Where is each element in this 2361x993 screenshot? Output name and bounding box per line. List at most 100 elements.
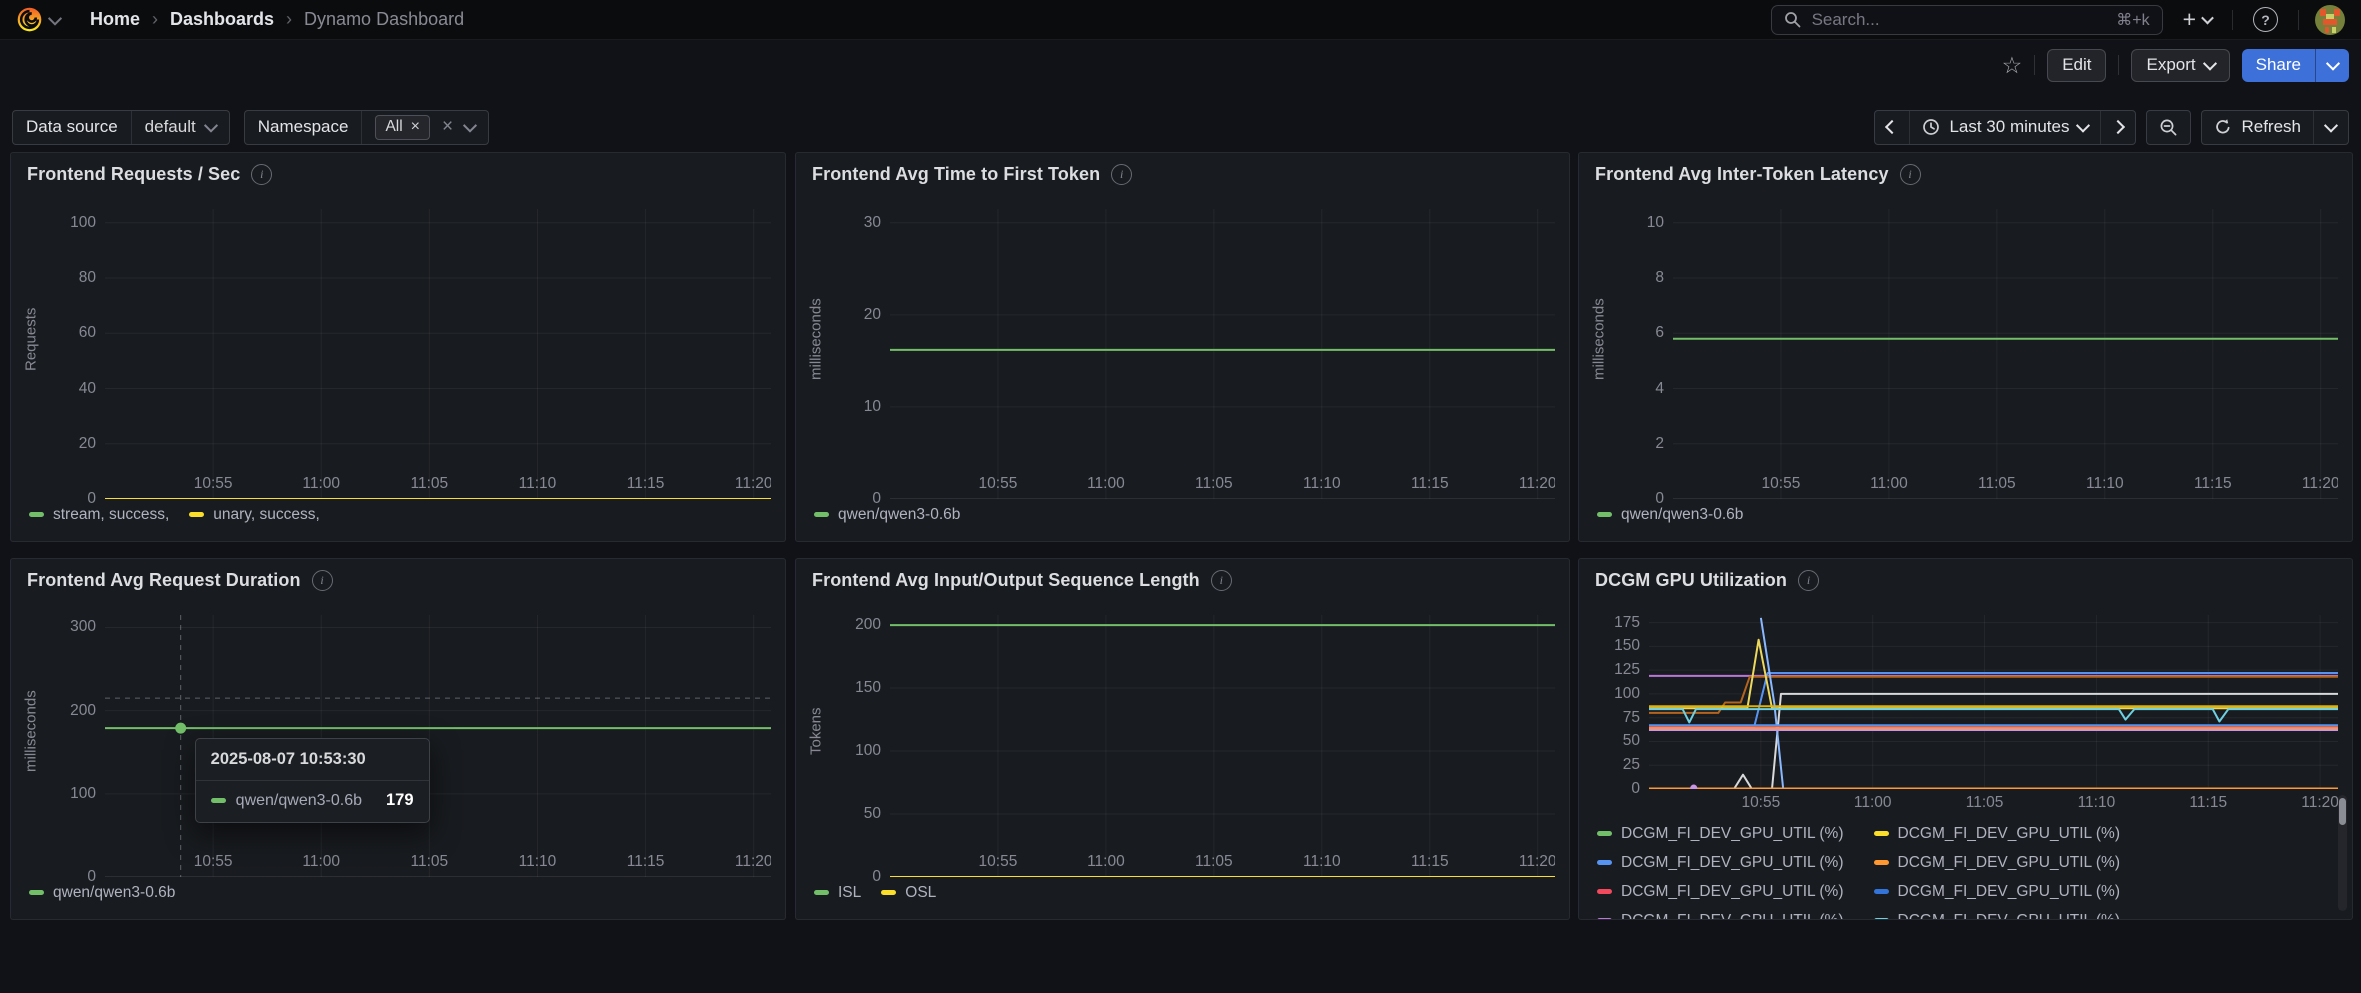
divider <box>2298 10 2299 30</box>
legend-item[interactable]: DCGM_FI_DEV_GPU_UTIL (%) <box>1874 848 2121 877</box>
x-tick-label: 11:05 <box>411 475 449 493</box>
search-shortcut: ⌘+k <box>2116 10 2149 30</box>
time-range-button[interactable]: Last 30 minutes <box>1909 111 2100 144</box>
export-button[interactable]: Export <box>2131 49 2229 82</box>
info-icon[interactable]: i <box>251 164 272 185</box>
grafana-dashboard: Home › Dashboards › Dynamo Dashboard ⌘+k… <box>0 0 2361 993</box>
legend-item[interactable]: DCGM_FI_DEV_GPU_UTIL (%) <box>1874 877 2121 906</box>
refresh-interval-button[interactable] <box>2313 111 2348 144</box>
info-icon[interactable]: i <box>1900 164 1921 185</box>
legend-item[interactable]: ISL <box>814 878 861 907</box>
zoom-out-button[interactable] <box>2147 111 2190 144</box>
info-icon[interactable]: i <box>1111 164 1132 185</box>
scrollbar-thumb[interactable] <box>2339 798 2346 825</box>
share-button[interactable]: Share <box>2242 49 2315 82</box>
info-icon[interactable]: i <box>1798 570 1819 591</box>
y-tick-label: 8 <box>1655 269 1664 287</box>
namespace-chip-all[interactable]: All × <box>375 115 430 140</box>
add-new-button[interactable]: + <box>2179 4 2216 35</box>
y-tick-label: 175 <box>1614 614 1640 632</box>
y-tick-label: 200 <box>855 616 881 634</box>
x-tick-label: 11:20 <box>735 853 771 871</box>
dashboard-controls-row: Data source default Namespace All × × <box>12 110 2349 144</box>
x-tick-label: 11:15 <box>2194 475 2232 493</box>
y-axis: 0255075100125150175 <box>1587 615 1649 789</box>
panel-header[interactable]: DCGM GPU Utilization i <box>1579 559 2352 601</box>
legend-item[interactable]: DCGM_FI_DEV_GPU_UTIL (%) <box>1597 877 1844 906</box>
org-switcher-chevron-icon[interactable] <box>48 11 62 25</box>
legend-item[interactable]: DCGM_FI_DEV_GPU_UTIL (%) <box>1874 819 2121 848</box>
share-menu-button[interactable] <box>2315 49 2349 82</box>
time-back-button[interactable] <box>1875 111 1909 144</box>
refresh-button[interactable]: Refresh <box>2202 111 2313 144</box>
x-tick-label: 11:10 <box>1303 853 1341 871</box>
chevron-right-icon <box>2111 120 2125 134</box>
legend-marker-icon <box>1597 860 1612 865</box>
panel-header[interactable]: Frontend Avg Inter-Token Latency i <box>1579 153 2352 195</box>
star-favorite-icon[interactable]: ☆ <box>2002 54 2023 77</box>
legend-marker-icon <box>1874 918 1889 919</box>
legend-item[interactable]: OSL <box>881 878 936 907</box>
search-input[interactable] <box>1810 9 2108 31</box>
x-tick-label: 11:00 <box>1087 475 1125 493</box>
user-avatar[interactable] <box>2315 5 2345 35</box>
legend-item[interactable]: DCGM_FI_DEV_GPU_UTIL (%) <box>1874 906 2121 919</box>
x-tick-label: 11:00 <box>302 853 340 871</box>
x-tick-label: 11:05 <box>1195 853 1233 871</box>
legend-item[interactable]: stream, success, <box>29 500 169 529</box>
breadcrumb-separator: › <box>152 9 158 30</box>
y-tick-label: 150 <box>855 679 881 697</box>
breadcrumb-home[interactable]: Home <box>90 9 140 30</box>
chart-plot[interactable] <box>890 615 1555 848</box>
panel-header[interactable]: Frontend Requests / Sec i <box>11 153 785 195</box>
legend-item[interactable]: qwen/qwen3-0.6b <box>1597 500 1743 529</box>
x-tick-label: 11:10 <box>519 853 557 871</box>
info-icon[interactable]: i <box>312 570 333 591</box>
legend-item[interactable]: DCGM_FI_DEV_GPU_UTIL (%) <box>1597 848 1844 877</box>
datasource-select[interactable]: default <box>132 111 229 144</box>
grafana-logo-icon[interactable] <box>16 6 43 33</box>
edit-button[interactable]: Edit <box>2047 49 2106 82</box>
chart-plot[interactable] <box>890 209 1555 470</box>
chip-close-icon[interactable]: × <box>411 118 420 136</box>
panel-header[interactable]: Frontend Avg Input/Output Sequence Lengt… <box>796 559 1569 601</box>
divider <box>2232 10 2233 30</box>
namespace-select[interactable]: All × × <box>362 111 488 144</box>
breadcrumb-current: Dynamo Dashboard <box>304 9 464 30</box>
time-forward-button[interactable] <box>2100 111 2135 144</box>
chevron-down-icon <box>2325 57 2339 71</box>
x-tick-label: 11:15 <box>1411 475 1449 493</box>
chevron-left-icon <box>1885 120 1899 134</box>
chart-legend: DCGM_FI_DEV_GPU_UTIL (%)DCGM_FI_DEV_GPU_… <box>1579 815 2352 919</box>
info-icon[interactable]: i <box>1211 570 1232 591</box>
x-axis: 10:5511:0011:0511:1011:1511:20 <box>11 848 771 874</box>
x-tick-label: 11:00 <box>1087 853 1125 871</box>
legend-item[interactable]: DCGM_FI_DEV_GPU_UTIL (%) <box>1597 819 1844 848</box>
legend-item[interactable]: DCGM_FI_DEV_GPU_UTIL (%) <box>1597 906 1844 919</box>
panel-header[interactable]: Frontend Avg Request Duration i <box>11 559 785 601</box>
legend-item[interactable]: qwen/qwen3-0.6b <box>29 878 175 907</box>
x-tick-label: 11:10 <box>1303 475 1341 493</box>
legend-marker-icon <box>1874 860 1889 865</box>
panel-header[interactable]: Frontend Avg Time to First Token i <box>796 153 1569 195</box>
y-tick-label: 30 <box>864 214 881 232</box>
legend-label: qwen/qwen3-0.6b <box>838 506 960 524</box>
search-box[interactable]: ⌘+k <box>1771 5 2163 35</box>
legend-item[interactable]: qwen/qwen3-0.6b <box>814 500 960 529</box>
help-button[interactable]: ? <box>2249 3 2282 36</box>
chart-plot[interactable]: 2025-08-07 10:53:30 qwen/qwen3-0.6b 179 <box>105 615 771 848</box>
legend-label: unary, success, <box>213 506 320 524</box>
chart-plot[interactable] <box>1673 209 2338 470</box>
chevron-down-icon <box>2324 119 2338 133</box>
panel-frontend-avg-itl: Frontend Avg Inter-Token Latency i milli… <box>1578 152 2353 542</box>
x-tick-label: 11:05 <box>1978 475 2016 493</box>
chart-legend: qwen/qwen3-0.6b <box>796 496 1569 541</box>
panel-title: Frontend Avg Input/Output Sequence Lengt… <box>812 570 1200 591</box>
legend-item[interactable]: unary, success, <box>189 500 320 529</box>
chart-plot[interactable] <box>105 209 771 470</box>
clear-selection-icon[interactable]: × <box>440 116 455 138</box>
legend-scrollbar[interactable] <box>2338 795 2347 911</box>
breadcrumb-dashboards[interactable]: Dashboards <box>170 9 274 30</box>
clock-icon <box>1922 118 1940 136</box>
chart-plot[interactable] <box>1649 615 2338 789</box>
